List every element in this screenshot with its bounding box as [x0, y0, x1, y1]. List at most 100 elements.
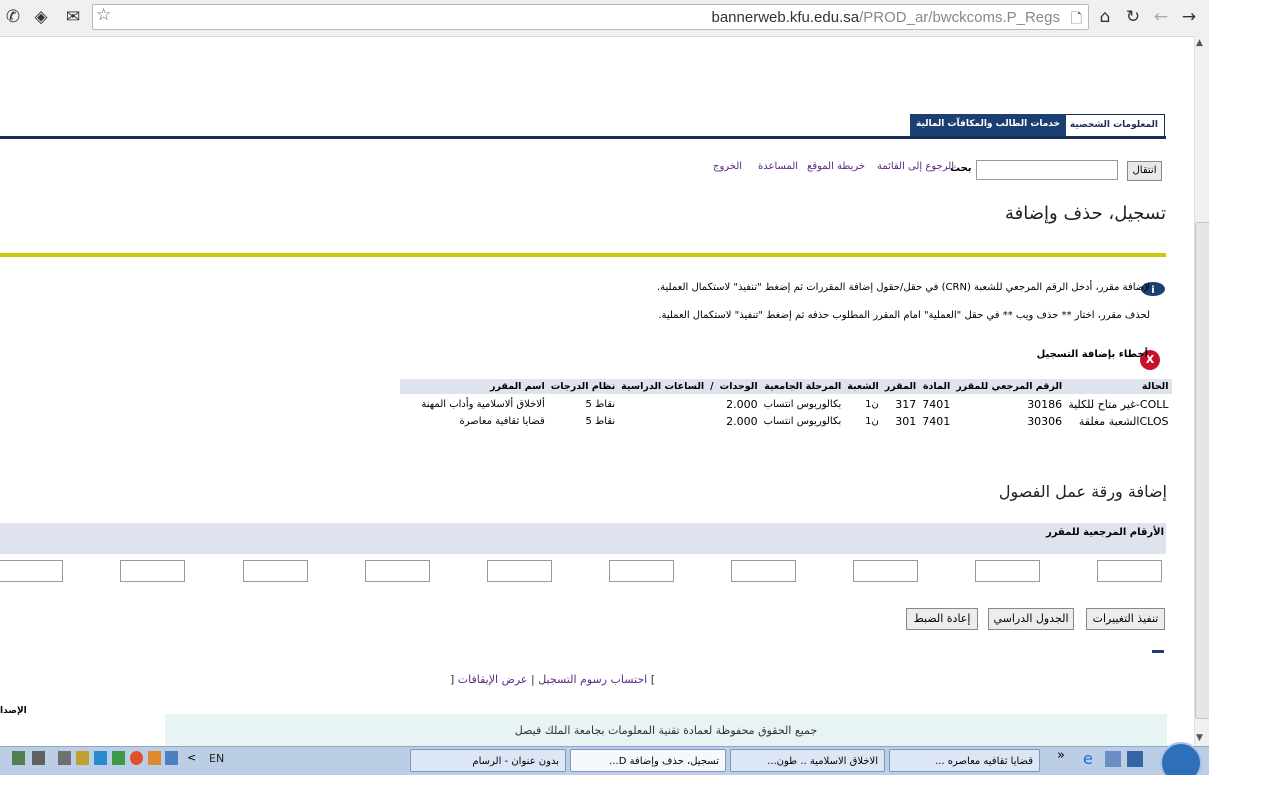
crn-header-bar — [0, 523, 1166, 554]
exit-link[interactable]: الخروج — [713, 161, 742, 172]
grading-cell: نقاط 5 — [585, 416, 616, 427]
tray-icon-5[interactable] — [94, 751, 107, 765]
go-button[interactable]: انتقال — [1127, 161, 1162, 181]
tray-icon-9[interactable] — [12, 751, 25, 765]
help-link[interactable]: المساعدة — [758, 161, 798, 172]
extension-icon[interactable]: ◈ — [30, 6, 52, 28]
col-course: المقرر — [881, 379, 920, 394]
forward-icon[interactable]: → — [1178, 6, 1200, 28]
address-bar[interactable]: ☆ bannerweb.kfu.edu.sa/PROD_ar/bwckcoms.… — [92, 4, 1089, 30]
language-indicator[interactable]: EN — [209, 752, 224, 765]
taskbar-item-pdf2[interactable]: الاخلاق الاسلامية .. طون... — [730, 749, 885, 772]
back-icon[interactable]: ← — [1150, 6, 1172, 28]
taskbar-item-paint[interactable]: بدون عنوان - الرسام — [410, 749, 566, 772]
tab-student-services[interactable]: خدمات الطالب والمكافآت المالية — [909, 114, 1066, 137]
tray-icon-2[interactable] — [148, 751, 161, 765]
level-cell: بكالوريوس انتساب — [763, 399, 842, 410]
taskbar-item-browser[interactable]: تسجيل، حذف وإضافة D... — [570, 749, 726, 772]
crn-input-7[interactable] — [365, 560, 430, 582]
tray-expand-icon[interactable]: < — [187, 751, 196, 764]
col-title: اسم المقرر — [400, 379, 548, 394]
scrollbar-thumb[interactable] — [1195, 222, 1210, 719]
status-cell: CLOSالشعبة مغلقة — [1078, 415, 1169, 428]
view-holds-link[interactable]: عرض الإيقافات — [458, 673, 528, 686]
table-row: COLL-غير متاح للكلية 30186 7401 317 ن1 ب… — [400, 394, 1172, 411]
fee-assessment-link[interactable]: احتساب رسوم التسجيل — [538, 673, 647, 686]
credits-cell: 2.000 — [726, 415, 758, 428]
section-cell: ن1 — [865, 416, 879, 427]
section-cell: ن1 — [865, 399, 879, 410]
page-icon: 🗋 — [1070, 11, 1082, 27]
hours-cell — [618, 411, 707, 428]
bottom-links: ] احتساب رسوم التسجيل | عرض الإيقافات [ — [450, 673, 655, 686]
crn-cell: 30306 — [1027, 415, 1063, 428]
footer-text: جميع الحقوق محفوظة لعمادة تقنية المعلوما… — [514, 724, 818, 737]
course-cell: 301 — [895, 415, 917, 428]
crn-input-8[interactable] — [243, 560, 308, 582]
home-icon[interactable]: ⌂ — [1094, 6, 1116, 28]
level-cell: بكالوريوس انتساب — [763, 416, 842, 427]
url-path: /PROD_ar/bwckcoms.P_Regs — [859, 9, 1060, 26]
section-marker — [1152, 650, 1164, 653]
crn-input-4[interactable] — [731, 560, 796, 582]
quicklaunch-chevron-icon[interactable]: » — [1057, 748, 1065, 763]
desktop-margin-right — [1209, 0, 1280, 800]
errors-label: أخطاء بإضافة التسجيل — [1036, 349, 1148, 360]
scroll-up-arrow-icon[interactable]: ▲ — [1196, 38, 1203, 48]
status-cell: COLL-غير متاح للكلية — [1068, 398, 1169, 411]
tab-personal-info[interactable]: المعلومات الشخصية — [1062, 114, 1165, 137]
worksheet-title: إضافة ورقة عمل الفصول — [998, 482, 1167, 501]
tray-icon-1[interactable] — [165, 751, 178, 765]
url-host: bannerweb.kfu.edu.sa — [711, 9, 860, 26]
title-underline — [0, 253, 1166, 257]
tray-icon-7[interactable] — [58, 751, 71, 765]
crn-input-1[interactable] — [1097, 560, 1162, 582]
crn-input-3[interactable] — [853, 560, 918, 582]
tray-icon-3[interactable] — [130, 751, 143, 765]
submit-changes-button[interactable]: تنفيذ التغييرات — [1086, 608, 1165, 630]
reset-button[interactable]: إعادة الضبط — [906, 608, 978, 630]
class-schedule-button[interactable]: الجدول الدراسي — [988, 608, 1074, 630]
subject-cell: 7401 — [922, 398, 951, 411]
back-to-menu-link[interactable]: الرجوع إلى القائمة — [877, 161, 954, 172]
col-crn: الرقم المرجعي للمقرر — [953, 379, 1066, 394]
bracket-close: ] — [450, 673, 455, 686]
title-cell: ألاخلاق ألاسلامية وأداب المهنة — [421, 399, 545, 410]
crn-input-2[interactable] — [975, 560, 1040, 582]
crn-cell: 30186 — [1027, 398, 1063, 411]
star-icon[interactable]: ☆ — [96, 5, 111, 25]
scroll-down-arrow-icon[interactable]: ▼ — [1196, 733, 1203, 743]
tray-icon-4[interactable] — [112, 751, 125, 765]
desktop-margin-bottom — [0, 775, 1280, 800]
taskbar-item-pdf1[interactable]: قضايا ثقافيه معاصره ... — [889, 749, 1040, 772]
crn-input-10[interactable] — [0, 560, 63, 582]
url-text[interactable]: bannerweb.kfu.edu.sa/PROD_ar/bwckcoms.P_… — [711, 9, 1060, 26]
search-input[interactable] — [976, 160, 1118, 180]
show-desktop-icon[interactable] — [1127, 751, 1143, 767]
skype-icon[interactable]: ✆ — [2, 6, 24, 28]
site-map-link[interactable]: خريطة الموقع — [807, 161, 865, 172]
explorer-icon[interactable] — [1105, 751, 1121, 767]
tray-icon-8[interactable] — [32, 751, 45, 765]
slash-cell — [707, 394, 716, 411]
crn-input-5[interactable] — [609, 560, 674, 582]
gmail-icon[interactable]: ✉ — [62, 6, 84, 28]
reload-icon[interactable]: ↻ — [1122, 6, 1144, 28]
page-title: تسجيل، حذف وإضافة — [1005, 203, 1166, 224]
ie-icon[interactable]: e — [1083, 749, 1093, 768]
subject-cell: 7401 — [922, 415, 951, 428]
col-status: الحالة — [1065, 379, 1172, 394]
release-label: الإصدا — [0, 706, 27, 716]
col-subject: المادة — [919, 379, 954, 394]
page-footer: جميع الحقوق محفوظة لعمادة تقنية المعلوما… — [165, 714, 1167, 746]
crn-label: الأرقام المرجعية للمقرر — [1045, 527, 1164, 538]
table-row: CLOSالشعبة مغلقة 30306 7401 301 ن1 بكالو… — [400, 411, 1172, 428]
tray-icon-6[interactable] — [76, 751, 89, 765]
registration-errors-table: الحالة الرقم المرجعي للمقرر المادة المقر… — [400, 379, 1172, 428]
drop-course-instructions: لحذف مقرر، اختار ** حذف ويب ** في حقل "ا… — [658, 310, 1150, 321]
crn-input-6[interactable] — [487, 560, 552, 582]
crn-input-9[interactable] — [120, 560, 185, 582]
bracket-open: [ — [650, 673, 656, 686]
col-slash: / — [707, 379, 717, 394]
svg-text:i: i — [1151, 285, 1154, 296]
